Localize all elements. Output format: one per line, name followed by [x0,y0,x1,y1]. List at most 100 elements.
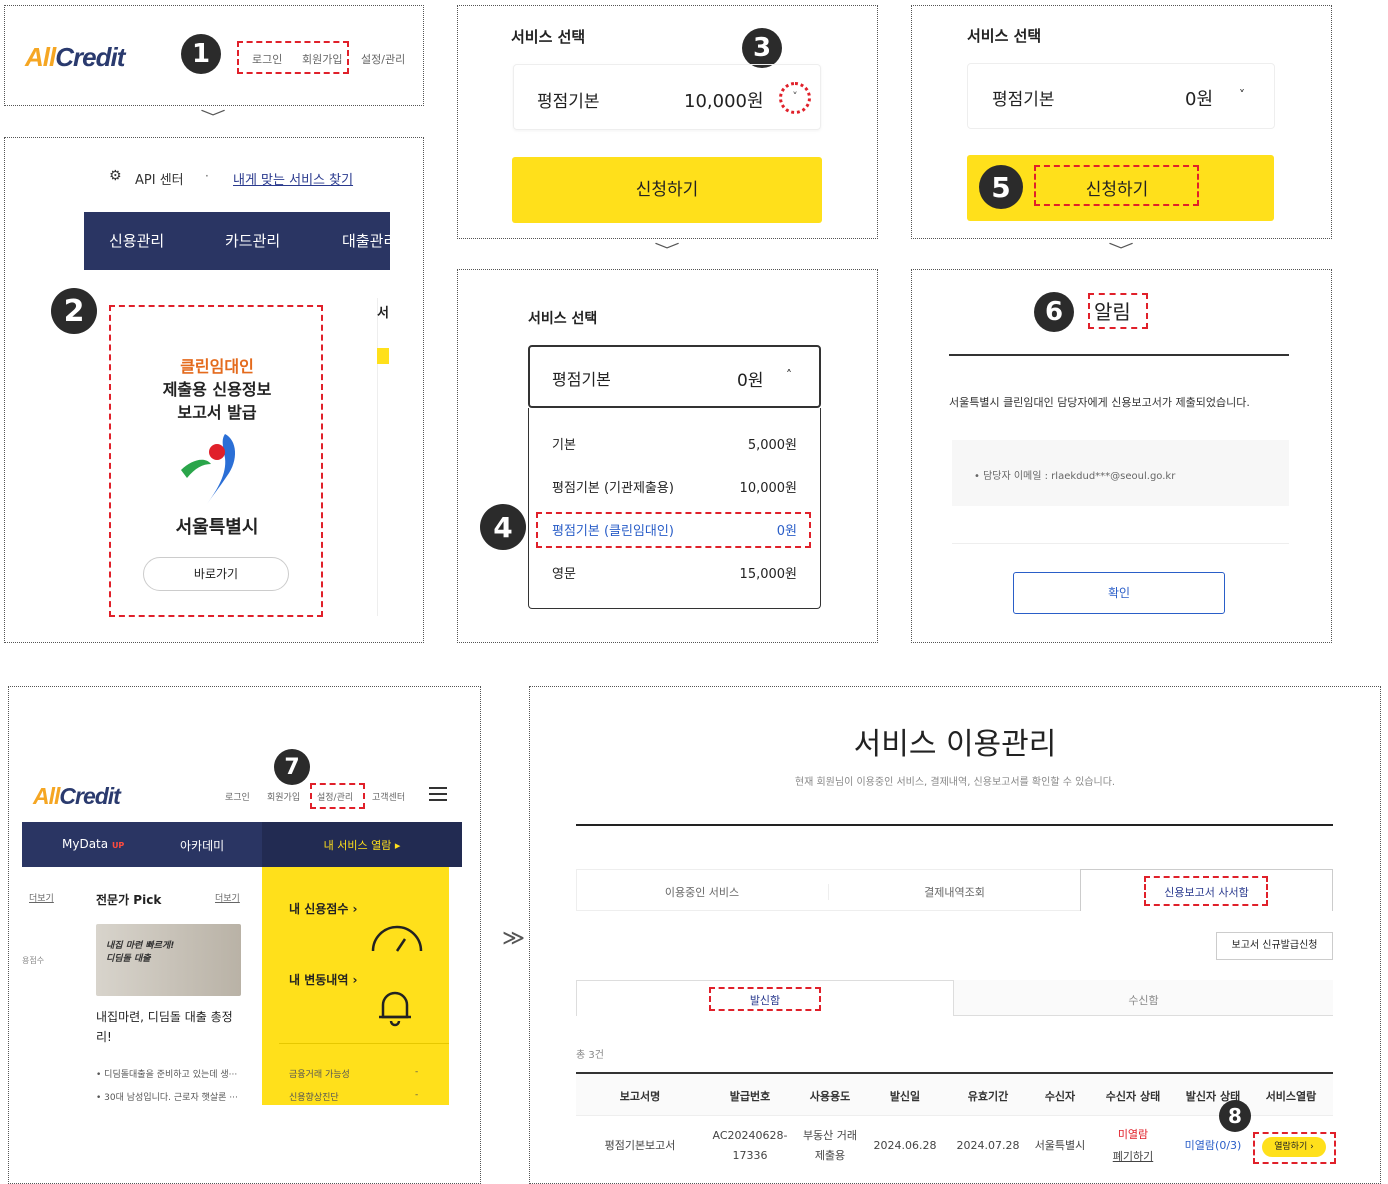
td-usage-2: 제출용 [814,1149,846,1162]
step-badge-2: 2 [51,288,97,334]
tab-in-use[interactable]: 이용중인 서비스 [576,884,828,900]
td-valid: 2024.07.28 [956,1139,1020,1152]
page-title: 서비스 이용관리 [853,727,1057,762]
login-link[interactable]: 로그인 [225,790,250,803]
product-price: 0원 [1185,89,1214,110]
product-name: 평점기본 [992,90,1055,110]
chevron-down-icon[interactable]: ˅ [1239,88,1245,102]
title-divider [576,824,1333,826]
subtab-received-label: 수신함 [1128,994,1159,1007]
gear-icon: ⚙ [109,168,122,184]
menu-icon[interactable] [429,787,447,801]
arrow-right-icon: ≫ [502,926,526,951]
td-issue-no-1: AC20240628- [712,1129,788,1142]
th-sent-date: 발신일 [889,1090,921,1103]
td-delete-link[interactable]: 폐기하기 [1093,1147,1173,1166]
option-institution[interactable]: 평점기본 (기관제출용) 10,000원 [528,477,821,496]
td-sent-date: 2024.06.28 [873,1139,937,1152]
chevron-down-icon[interactable]: ˅ [779,82,811,114]
nav-mydata[interactable]: MyData UP [62,837,124,851]
settings-link[interactable]: 설정/관리 [361,51,405,67]
step-badge-3: 3 [742,28,782,68]
credit-improve-label: 신용향상진단 [289,1093,339,1103]
service-select-title: 서비스 선택 [967,27,1042,45]
step8-panel: 서비스 이용관리 현재 회원님이 이용중인 서비스, 결제내역, 신용보고서를 … [529,686,1381,1184]
credit-score-link[interactable]: 내 신용점수 › [289,900,358,917]
arrow-down-icon: ﹀ [200,108,226,127]
td-receiver-status: 미열람 [1117,1128,1149,1141]
nav-loan[interactable]: 대출관리 [342,230,390,251]
left-more-link[interactable]: 더보기 [29,891,54,904]
service-select-title: 서비스 선택 [511,28,586,46]
find-service-link[interactable]: 내게 맞는 서비스 찾기 [233,169,353,188]
step7-panel: 7 AllCredit 로그인 회원가입 설정/관리 고객센터 MyData U… [8,686,481,1184]
signup-link[interactable]: 회원가입 [267,790,300,803]
total-count: 총 3건 [576,1050,604,1061]
step-badge-1: 1 [181,34,221,74]
nav-academy[interactable]: 아카데미 [180,837,224,854]
nav-card[interactable]: 카드관리 [225,230,280,251]
td-usage-1: 부동산 거래 [802,1129,858,1142]
arrow-down-icon: ﹀ [1108,241,1134,260]
highlight-login-signup [237,41,349,74]
td-issue-no-2: 17336 [732,1149,768,1162]
step-badge-7: 7 [274,749,310,785]
td-sender-status[interactable]: 미열람(0/3) [1173,1136,1253,1155]
tab-payment[interactable]: 결제내역조회 [828,884,1080,900]
confirm-button[interactable]: 확인 [1013,572,1225,614]
option-english[interactable]: 영문 15,000원 [528,563,821,582]
option-basic[interactable]: 기본 5,000원 [528,434,821,453]
email-text: • 담당자 이메일 : rlaekdud***@seoul.go.kr [974,471,1176,482]
up-badge: UP [111,841,125,850]
api-center-link[interactable]: API 센터 [135,169,184,188]
step3-panel: 서비스 선택 3 평점기본 10,000원 ˅ 신청하기 [457,5,878,239]
fin-possibility-value: - [415,1067,419,1077]
step4-panel: 서비스 선택 평점기본 0원 ˄ 기본 5,000원 평점기본 (기관제출용) 10… [457,269,878,643]
left-score-text: 용점수 [22,956,45,965]
gauge-icon [371,925,423,952]
credit-improve-value: - [415,1090,419,1100]
chevron-up-icon[interactable]: ˄ [786,368,792,382]
highlight-sent [709,987,821,1011]
step-badge-6: 6 [1034,292,1074,332]
step5-panel: 서비스 선택 평점기본 0원 ˅ 신청하기 5 [911,5,1332,239]
bullet-1[interactable]: • 디딤돌대출을 준비하고 있는데 생··· [96,1067,237,1080]
nav-my-service-label: 내 서비스 열람 ▸ [323,839,401,852]
customer-center-link[interactable]: 고객센터 [372,790,405,803]
change-history-link[interactable]: 내 변동내역 › [289,971,358,988]
highlight-report-tab [1144,876,1268,906]
th-receiver: 수신자 [1044,1090,1076,1103]
allcredit-logo[interactable]: AllCredit [33,783,121,810]
highlight-view [1253,1132,1336,1164]
th-receiver-status: 수신자 상태 [1105,1090,1161,1103]
apply-button[interactable]: 신청하기 [512,157,822,223]
bullet-2[interactable]: • 30대 남성입니다. 근로자 햇살론 ··· [96,1090,238,1103]
page-subtitle: 현재 회원님이 이용중인 서비스, 결제내역, 신용보고서를 확인할 수 있습니… [794,777,1116,788]
nav-credit[interactable]: 신용관리 [109,230,164,251]
td-receiver: 서울특별시 [1034,1139,1086,1152]
th-issue-no: 발급번호 [729,1090,771,1103]
highlight-option [536,512,811,548]
bell-icon [379,991,411,1027]
th-usage: 사용용도 [809,1090,851,1103]
allcredit-logo[interactable]: AllCredit [25,42,125,73]
expert-more-link[interactable]: 더보기 [215,891,240,904]
product-price: 10,000원 [684,91,764,112]
highlight-apply [1034,165,1199,206]
highlight-settings [310,783,365,809]
notice-message: 서울특별시 클린임대인 담당자에게 신용보고서가 제출되었습니다. [949,396,1250,409]
td-report-name: 평점기본보고서 [604,1139,676,1152]
service-select-title: 서비스 선택 [528,311,598,327]
step-badge-8: 8 [1219,1100,1251,1132]
step2-panel: ⚙ API 센터 · 내게 맞는 서비스 찾기 신용관리 카드관리 대출관리 2… [4,137,424,643]
step6-panel: 6 알림 서울특별시 클린임대인 담당자에게 신용보고서가 제출되었습니다. •… [911,269,1332,643]
th-valid: 유효기간 [967,1090,1009,1103]
title-divider [949,354,1289,356]
new-report-button[interactable]: 보고서 신규발급신청 [1216,932,1333,960]
article-title[interactable]: 내집마련, 디딤돌 대출 총정리! [96,1007,246,1047]
separator-dot: · [205,169,209,183]
highlight-notice [1088,293,1148,329]
step-badge-5: 5 [979,165,1023,209]
article-image-text2: 디딤돌 대출 [106,954,151,964]
product-name: 평점기본 [552,370,611,389]
